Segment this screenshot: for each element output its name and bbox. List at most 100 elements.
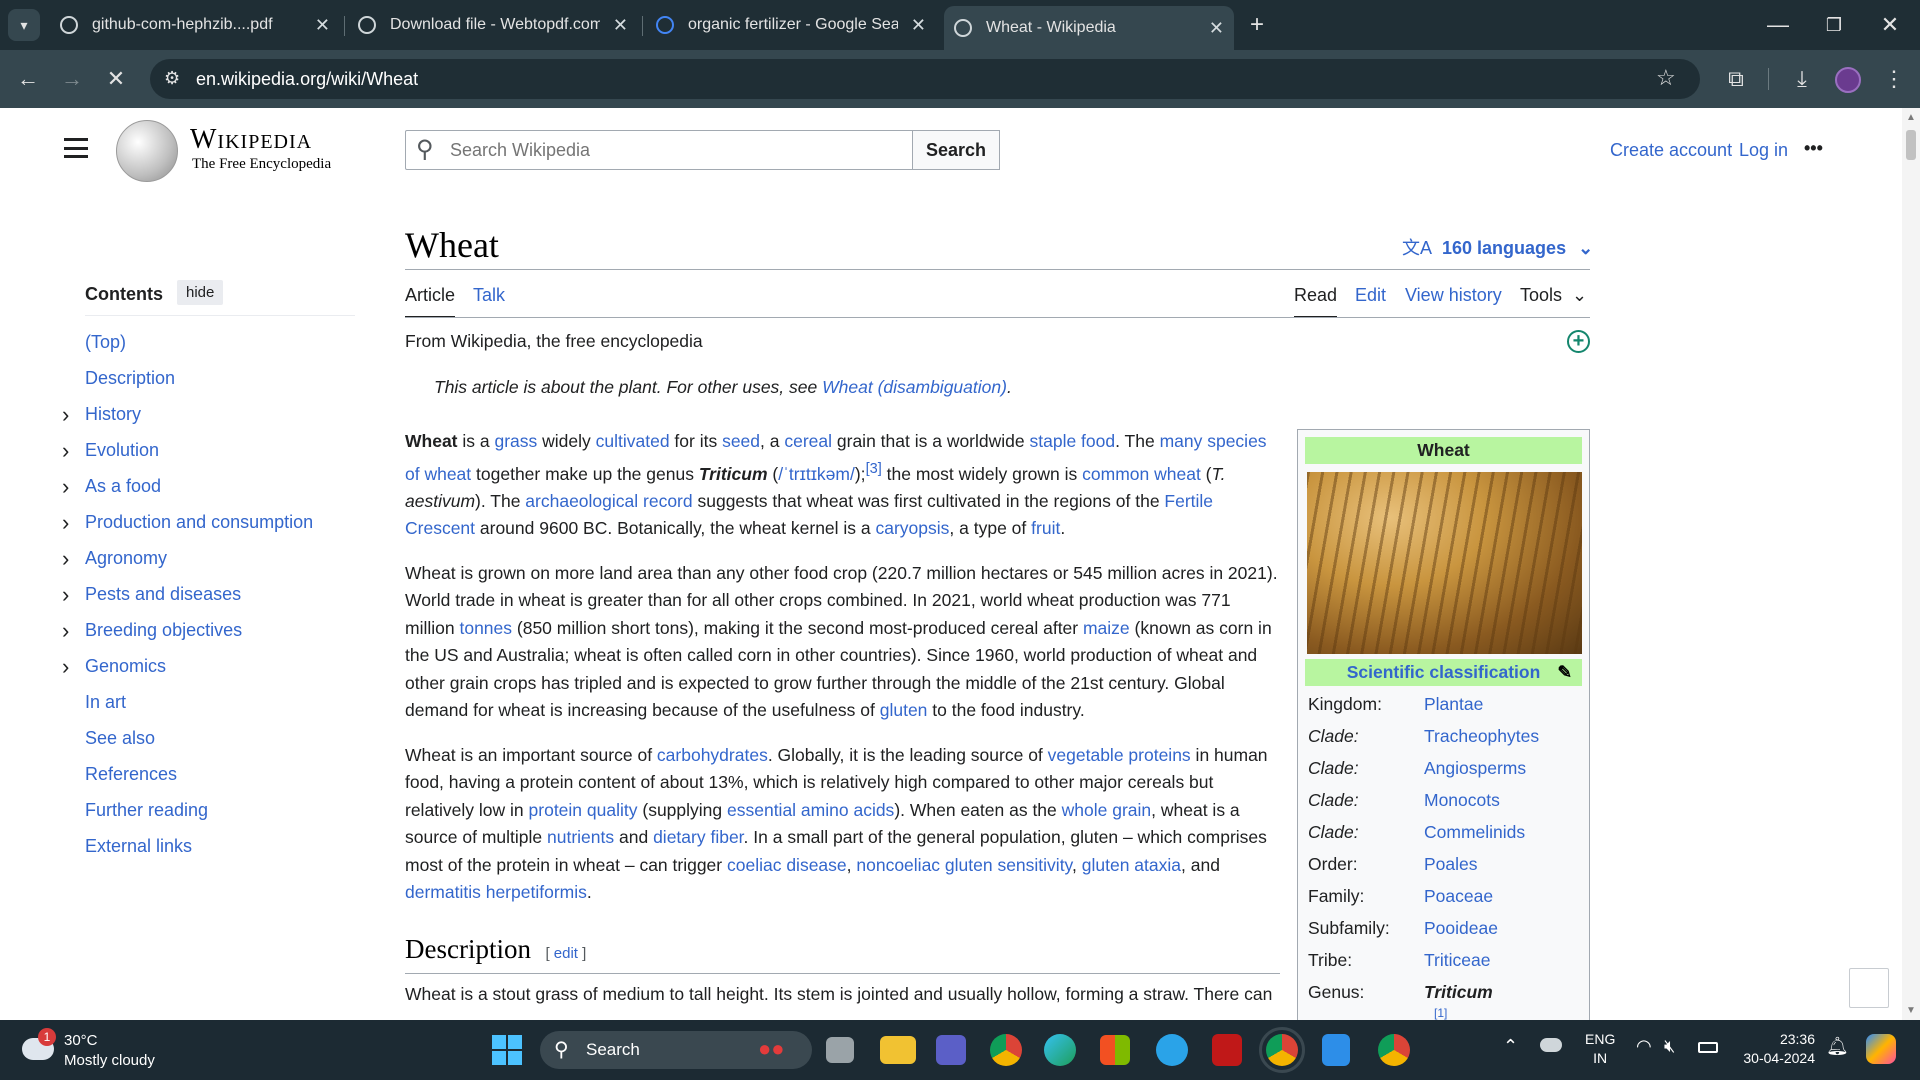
log-in-link[interactable]: Log in [1739,140,1788,161]
citation-3[interactable]: [3] [866,461,882,477]
toc-item[interactable]: References [85,764,177,785]
wikipedia-globe-logo[interactable] [116,120,178,182]
close-tab-icon[interactable]: ✕ [1209,18,1224,39]
link-cereal[interactable]: cereal [784,431,832,451]
show-hidden-icons[interactable]: ⌃ [1503,1036,1518,1057]
language-indicator[interactable]: ENG IN [1585,1030,1615,1068]
taxon-value[interactable]: Poales [1424,854,1478,875]
toc-item[interactable]: Production and consumption [85,512,313,533]
volume-muted-icon[interactable]: 🔇︎ [1664,1036,1675,1057]
wikipedia-wordmark[interactable]: Wikipedia [190,124,312,156]
chevron-right-icon[interactable]: › [62,546,69,572]
more-options-icon[interactable]: ••• [1804,138,1823,159]
tab-view-history[interactable]: View history [1405,285,1502,306]
chevron-right-icon[interactable]: › [62,510,69,536]
link-gluten-ataxia[interactable]: gluten ataxia [1082,855,1181,875]
close-tab-icon[interactable]: ✕ [911,15,926,36]
tab-pdf[interactable]: github-com-hephzib....pdf ✕ [50,7,340,43]
toc-item[interactable]: (Top) [85,332,126,353]
link-whole-grain[interactable]: whole grain [1062,800,1152,820]
link-noncoeliac-gluten-sensitivity[interactable]: noncoeliac gluten sensitivity [856,855,1072,875]
toc-item[interactable]: In art [85,692,126,713]
toc-item[interactable]: See also [85,728,155,749]
wheat-field-photo[interactable] [1307,472,1582,654]
edit-pencil-icon[interactable]: ✎ [1557,659,1572,686]
link-caryopsis[interactable]: caryopsis [876,518,950,538]
back-icon[interactable]: ← [12,63,44,95]
chevron-right-icon[interactable]: › [62,438,69,464]
tab-webtopdf[interactable]: Download file - Webtopdf.com ✕ [348,7,638,43]
link-essential-amino-acids[interactable]: essential amino acids [727,800,894,820]
minimize-icon[interactable]: — [1762,9,1794,41]
create-account-link[interactable]: Create account [1610,140,1732,161]
mcafee-icon[interactable] [1212,1034,1242,1066]
link-gluten[interactable]: gluten [880,700,928,720]
language-selector[interactable]: 文A 160 languages ⌄ [1402,234,1593,260]
search-button[interactable]: Search [912,130,1000,170]
stop-loading-icon[interactable]: ✕ [100,63,132,95]
main-menu-icon[interactable] [64,138,88,158]
chrome-icon[interactable] [990,1034,1022,1066]
link-fruit[interactable]: fruit [1031,518,1060,538]
task-view-icon[interactable] [826,1037,854,1063]
link-cultivated[interactable]: cultivated [596,431,670,451]
edge-icon[interactable] [1044,1034,1076,1066]
help-icon[interactable] [1156,1034,1188,1066]
battery-icon[interactable] [1698,1042,1718,1053]
wifi-icon[interactable]: ◠ [1636,1036,1652,1057]
toc-item[interactable]: Breeding objectives [85,620,242,641]
link-pronunciation[interactable]: /ˈtrɪtɪkəm/ [778,463,855,483]
chevron-right-icon[interactable]: › [62,474,69,500]
teams-icon[interactable] [936,1035,966,1065]
tab-google-search[interactable]: organic fertilizer - Google Search ✕ [646,7,936,43]
taxon-value[interactable]: Plantae [1424,694,1483,715]
link-grass[interactable]: grass [494,431,537,451]
browser-menu-icon[interactable]: ⋮ [1878,63,1910,95]
taxon-value[interactable]: Triticeae [1424,950,1490,971]
onedrive-icon[interactable] [1540,1038,1562,1052]
tab-article[interactable]: Article [405,285,456,318]
toc-item[interactable]: Pests and diseases [85,584,241,605]
link-maize[interactable]: maize [1083,618,1130,638]
search-input[interactable] [450,137,890,163]
downloads-icon[interactable]: ⤓ [1786,63,1818,95]
link-dietary-fiber[interactable]: dietary fiber [653,827,743,847]
link-seed[interactable]: seed [722,431,760,451]
tab-talk[interactable]: Talk [473,285,505,306]
add-to-watchlist-icon[interactable]: + [1567,330,1590,353]
citation-1[interactable]: [1] [1434,1006,1447,1020]
chevron-right-icon[interactable]: › [62,582,69,608]
disambiguation-link[interactable]: Wheat (disambiguation) [822,377,1007,397]
taxon-value[interactable]: Commelinids [1424,822,1525,843]
link-dermatitis-herpetiformis[interactable]: dermatitis herpetiformis [405,882,587,902]
tab-edit[interactable]: Edit [1355,285,1386,306]
tab-wikipedia[interactable]: Wheat - Wikipedia ✕ [944,6,1234,50]
bookmark-star-icon[interactable]: ☆ [1656,65,1676,91]
restore-icon[interactable]: ❐ [1818,9,1850,41]
url-text[interactable]: en.wikipedia.org/wiki/Wheat [196,69,418,90]
toc-item[interactable]: Further reading [85,800,208,821]
tools-menu[interactable]: Tools ⌄ [1520,285,1587,306]
taskbar-search[interactable]: ⚲ Search ●● [540,1031,812,1069]
link-vegetable-proteins[interactable]: vegetable proteins [1048,745,1191,765]
taxon-value[interactable]: Monocots [1424,790,1500,811]
profile-avatar[interactable] [1835,67,1861,93]
link-common-wheat[interactable]: common wheat [1082,463,1201,483]
search-field[interactable]: ⚲ [405,130,916,170]
chevron-right-icon[interactable]: › [62,402,69,428]
toc-item[interactable]: Evolution [85,440,159,461]
toc-item[interactable]: History [85,404,141,425]
file-explorer-icon[interactable] [880,1036,916,1064]
scientific-classification-link[interactable]: Scientific classification [1347,662,1541,682]
close-tab-icon[interactable]: ✕ [315,15,330,36]
chrome-profile-icon[interactable] [1259,1027,1305,1073]
link-nutrients[interactable]: nutrients [547,827,614,847]
edit-section-link[interactable]: edit [554,945,578,962]
link-carbohydrates[interactable]: carbohydrates [657,745,768,765]
toc-item[interactable]: External links [85,836,192,857]
new-tab-icon[interactable]: + [1241,9,1273,41]
chevron-right-icon[interactable]: › [62,618,69,644]
page-bottom-button[interactable] [1849,968,1889,1008]
link-tonnes[interactable]: tonnes [459,618,512,638]
taxon-value[interactable]: Pooideae [1424,918,1498,939]
